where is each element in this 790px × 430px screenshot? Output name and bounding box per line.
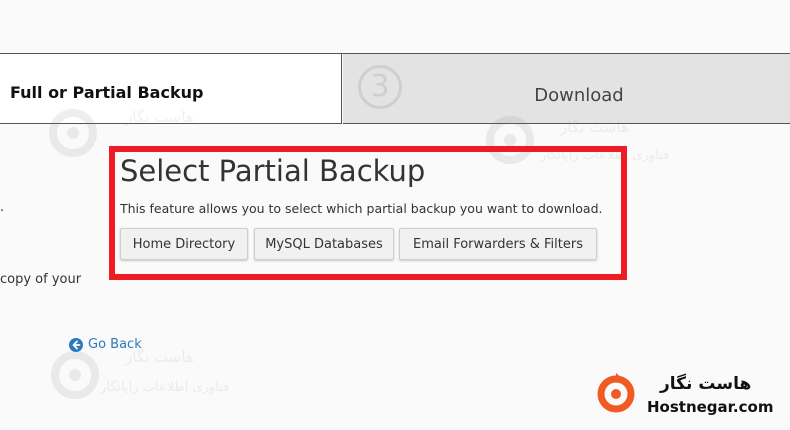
panel-title: Select Partial Backup: [120, 154, 426, 188]
watermark-logo: [50, 350, 100, 404]
watermark-text: هاست نگار: [560, 118, 629, 136]
hostnegar-logo-icon: [596, 371, 636, 413]
step-download: 3 Download: [343, 54, 790, 124]
watermark-logo: [48, 108, 98, 162]
brand-name-en: Hostnegar.com: [647, 398, 774, 416]
circle-arrow-left-icon: [69, 337, 83, 352]
left-fragment-copy: copy of your: [0, 272, 82, 287]
left-fragment-dot: .: [0, 200, 5, 215]
step-label: Full or Partial Backup: [10, 83, 204, 102]
panel-description: This feature allows you to select which …: [120, 201, 603, 216]
backup-steps: Full or Partial Backup 3 Download: [0, 54, 790, 124]
brand-name-fa: هاست نگار: [660, 374, 752, 394]
email-forwarders-filters-button[interactable]: Email Forwarders & Filters: [399, 228, 597, 260]
watermark-tagline: فناوری اطلاعات رایانگار: [100, 380, 230, 395]
mysql-databases-button[interactable]: MySQL Databases: [254, 228, 394, 260]
go-back-link[interactable]: Go Back: [69, 337, 142, 352]
home-directory-button[interactable]: Home Directory: [120, 228, 248, 260]
watermark-text: هاست نگار: [125, 108, 194, 126]
go-back-label: Go Back: [88, 337, 142, 352]
step-download-label: Download: [534, 85, 624, 106]
